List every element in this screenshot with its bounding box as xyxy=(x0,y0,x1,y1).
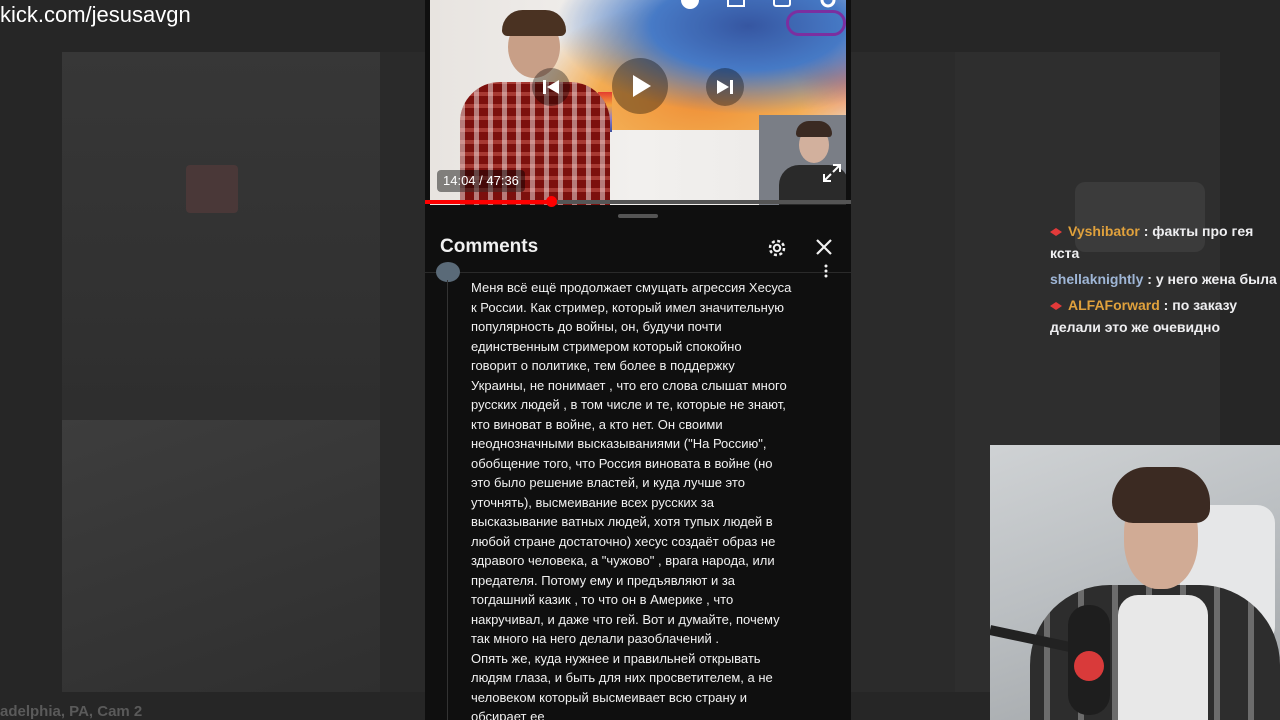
skip-previous-icon xyxy=(543,80,559,94)
microphone-logo xyxy=(1074,651,1104,681)
background-stop-sign xyxy=(186,165,238,213)
background-panel xyxy=(380,52,425,692)
sheet-drag-handle[interactable] xyxy=(618,214,658,218)
background-camera-caption: adelphia, PA, Cam 2 xyxy=(0,703,143,720)
chat-username[interactable]: Vyshibator xyxy=(1068,223,1140,239)
video-player[interactable]: 14:04 / 47:36 xyxy=(430,0,846,205)
play-icon xyxy=(633,75,651,97)
autoplay-toggle-icon[interactable] xyxy=(680,0,700,10)
video-facecam-inset xyxy=(759,115,846,205)
comments-settings-button[interactable] xyxy=(765,236,789,260)
chat-text: у него жена была xyxy=(1155,271,1277,287)
previous-button[interactable] xyxy=(532,68,570,106)
chat-message: ALFAForward : по заказу делали это же оч… xyxy=(1050,297,1238,335)
video-progress-bar[interactable] xyxy=(425,196,851,207)
chat-username[interactable]: ALFAForward xyxy=(1068,297,1160,313)
header-divider xyxy=(425,272,851,273)
next-button[interactable] xyxy=(706,68,744,106)
comment-more-button[interactable] xyxy=(823,264,829,278)
chat-message: Vyshibator : факты про гея кста xyxy=(1050,223,1254,261)
more-vertical-icon xyxy=(824,264,828,278)
cast-icon[interactable] xyxy=(726,0,746,10)
video-watermark-logo xyxy=(786,10,846,36)
close-icon xyxy=(816,239,832,255)
chat-message: shellaknightly : у него жена была xyxy=(1050,271,1277,287)
skip-next-icon xyxy=(717,80,733,94)
background-road xyxy=(62,420,380,692)
sub-badge-icon xyxy=(1050,302,1062,311)
progress-scrubber[interactable] xyxy=(545,196,557,207)
sub-badge-icon xyxy=(1050,228,1062,237)
play-button[interactable] xyxy=(612,58,668,114)
streamer-webcam xyxy=(990,445,1280,720)
background-panel xyxy=(850,52,955,692)
commenter-avatar[interactable] xyxy=(436,262,460,282)
reply-thread-line xyxy=(447,280,448,720)
video-timestamp: 14:04 / 47:36 xyxy=(437,170,525,192)
close-comments-button[interactable] xyxy=(813,236,835,258)
player-top-controls xyxy=(680,0,838,10)
comment-text: Меня всё ещё продолжает смущать агрессия… xyxy=(471,280,792,720)
stream-chat: Vyshibator : факты про гея кста shellakn… xyxy=(1046,220,1280,338)
comments-title: Comments xyxy=(440,236,539,257)
comments-header: Comments xyxy=(425,222,851,272)
phone-youtube-app: 14:04 / 47:36 Comments Меня всё ещё прод… xyxy=(425,0,851,720)
fullscreen-button[interactable] xyxy=(821,162,843,184)
settings-icon[interactable] xyxy=(818,0,838,10)
progress-fill xyxy=(425,200,551,204)
chat-username[interactable]: shellaknightly xyxy=(1050,271,1143,287)
gear-icon xyxy=(768,239,786,257)
captions-icon[interactable] xyxy=(772,0,792,10)
stream-url-overlay: kick.com/jesusavgn xyxy=(0,2,191,27)
expand-icon xyxy=(823,164,841,182)
